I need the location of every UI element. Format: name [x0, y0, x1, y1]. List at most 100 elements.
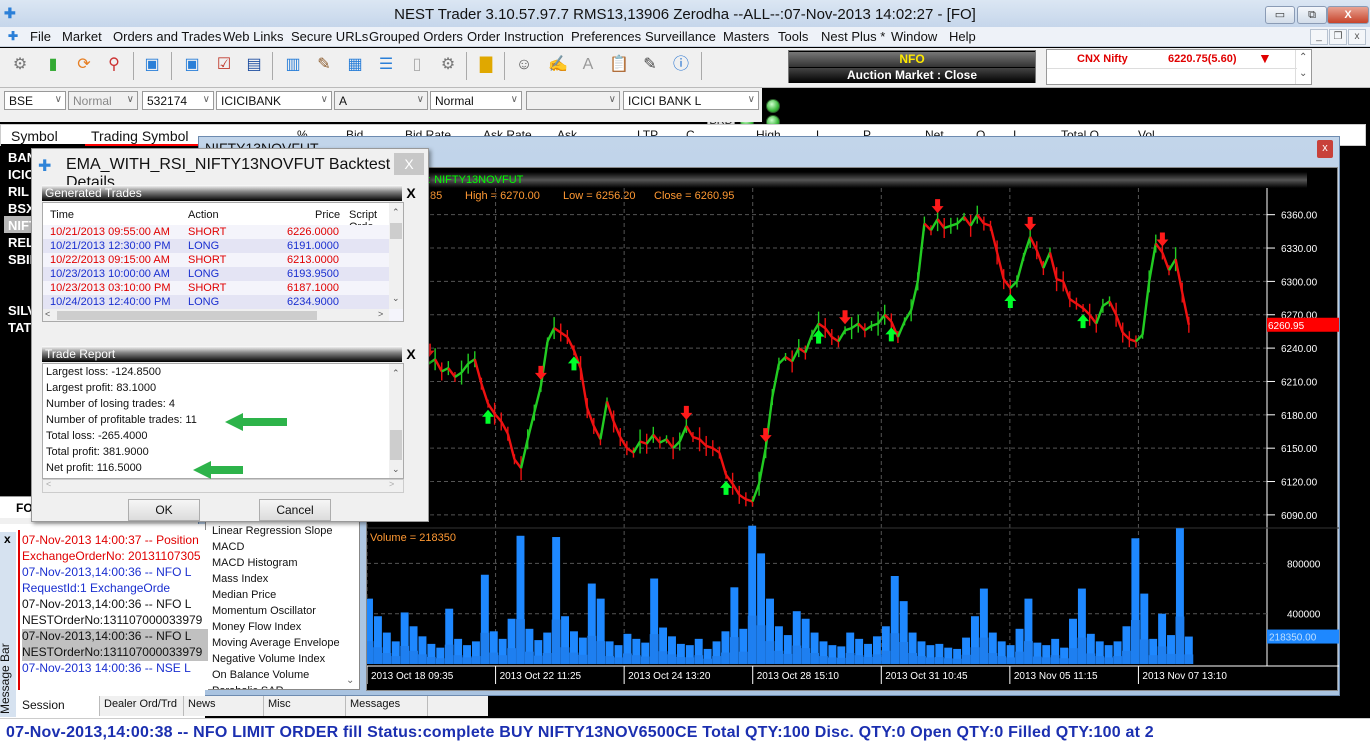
tab-dealer-ord-trd[interactable]: Dealer Ord/Trd: [100, 696, 184, 716]
report-vertical-scrollbar[interactable]: ⌃ ⌄: [389, 364, 403, 478]
menu-surveillance[interactable]: Surveillance: [645, 29, 716, 44]
list-icon[interactable]: ☰: [374, 53, 398, 77]
add-watch-icon[interactable]: ▣: [140, 53, 164, 77]
blank-select[interactable]: ∨: [526, 91, 620, 110]
market-watch-row[interactable]: TAT: [8, 320, 31, 335]
font-icon[interactable]: A: [576, 53, 600, 77]
indicator-item[interactable]: Moving Average Envelope: [212, 637, 340, 649]
menu-file[interactable]: File: [30, 29, 51, 44]
refresh-icon[interactable]: ⟳: [72, 53, 96, 77]
indicator-item[interactable]: Money Flow Index: [212, 621, 301, 633]
menu-secure-urls[interactable]: Secure URLs: [291, 29, 368, 44]
message-item[interactable]: 07-Nov-2013,14:00:36 -- NFO L: [22, 597, 208, 613]
indicator-item[interactable]: Median Price: [212, 589, 276, 601]
product-select[interactable]: Normal ∨: [430, 91, 522, 110]
menu-market[interactable]: Market: [62, 29, 102, 44]
menu-help[interactable]: Help: [949, 29, 976, 44]
column-action[interactable]: Action: [188, 209, 219, 221]
trade-row[interactable]: 10/21/2013 09:55:00 AM SHORT 6226.0000: [43, 225, 403, 239]
trade-row[interactable]: 10/22/2013 09:15:00 AM SHORT 6213.0000: [43, 253, 403, 267]
indicator-item[interactable]: Momentum Oscillator: [212, 605, 316, 617]
ok-button[interactable]: OK: [128, 499, 200, 521]
order-type-select[interactable]: Normal ∨: [68, 91, 138, 110]
blank-icon[interactable]: ▯: [405, 53, 429, 77]
close-button[interactable]: X: [1327, 6, 1369, 24]
market-watch-row[interactable]: RIL: [8, 184, 29, 199]
column-time[interactable]: Time: [50, 209, 74, 221]
message-item[interactable]: 07-Nov-2013,14:00:36 -- NFO L: [22, 565, 208, 581]
message-item[interactable]: NESTOrderNo:131107000033979: [22, 613, 208, 629]
order-book-icon[interactable]: ☑: [212, 53, 236, 77]
message-item-selected[interactable]: 07-Nov-2013,14:00:36 -- NFO L: [22, 629, 208, 645]
token-select[interactable]: 532174 ∨: [142, 91, 214, 110]
column-price[interactable]: Price: [315, 209, 340, 221]
menu-nest-plus[interactable]: Nest Plus *: [821, 29, 885, 44]
trade-row[interactable]: 10/23/2013 03:10:00 PM SHORT 6187.1000: [43, 281, 403, 295]
minimize-button[interactable]: ▭: [1265, 6, 1295, 24]
indicator-scroll-down[interactable]: ⌄: [346, 675, 354, 686]
menu-grouped-orders[interactable]: Grouped Orders: [369, 29, 463, 44]
mdi-restore-button[interactable]: ❐: [1329, 29, 1347, 45]
indicator-item[interactable]: MACD Histogram: [212, 557, 298, 569]
tab-news[interactable]: News: [184, 696, 264, 716]
company-select[interactable]: ICICI BANK L ∨: [623, 91, 759, 110]
indicator-item[interactable]: MACD: [212, 541, 244, 553]
indicator-item[interactable]: Linear Regression Slope: [212, 525, 332, 537]
report-horizontal-scrollbar[interactable]: < >: [42, 479, 404, 493]
indicator-item[interactable]: Parabolic SAR: [212, 685, 284, 689]
column-trading-symbol[interactable]: Trading Symbol: [91, 128, 189, 144]
message-item[interactable]: 07-Nov-2013 14:00:36 -- NSE L: [22, 661, 208, 677]
generated-trades-close[interactable]: X: [404, 186, 418, 200]
menu-web-links[interactable]: Web Links: [223, 29, 283, 44]
indicator-item[interactable]: Mass Index: [212, 573, 268, 585]
ticker-scroll-down[interactable]: ⌄: [1299, 68, 1307, 79]
column-symbol[interactable]: Symbol: [11, 128, 58, 144]
tab-misc[interactable]: Misc: [264, 696, 346, 716]
menu-masters[interactable]: Masters: [723, 29, 769, 44]
tab-session[interactable]: Session: [18, 696, 100, 716]
menu-order-instruction[interactable]: Order Instruction: [467, 29, 564, 44]
indicator-item[interactable]: On Balance Volume: [212, 669, 309, 681]
bar-stack-icon[interactable]: ▇: [474, 53, 498, 77]
remove-watch-icon[interactable]: ▣: [180, 53, 204, 77]
series-select[interactable]: A ∨: [334, 91, 428, 110]
message-item[interactable]: 07-Nov-2013 14:00:37 -- Position: [22, 533, 208, 549]
message-item[interactable]: ExchangeOrderNo: 20131107305: [22, 549, 208, 565]
menu-preferences[interactable]: Preferences: [571, 29, 641, 44]
tab-messages[interactable]: Messages: [346, 696, 428, 716]
market-watch-row[interactable]: SBII: [8, 252, 33, 267]
message-bar-close[interactable]: x: [4, 532, 11, 546]
message-item[interactable]: RequestId:1 ExchangeOrde: [22, 581, 208, 597]
trade-report-close[interactable]: X: [404, 347, 418, 361]
mdi-close-button[interactable]: x: [1348, 29, 1366, 45]
menu-orders-and-trades[interactable]: Orders and Trades: [113, 29, 221, 44]
filter-icon[interactable]: ⚲: [102, 53, 126, 77]
symbol-select[interactable]: ICICIBANK ∨: [216, 91, 332, 110]
backtest-close-button[interactable]: X: [394, 153, 424, 175]
user-icon[interactable]: ☺: [512, 53, 536, 77]
restore-button[interactable]: ⧉: [1297, 6, 1327, 24]
trade-row[interactable]: 10/23/2013 10:00:00 AM LONG 6193.9500: [43, 267, 403, 281]
cancel-button[interactable]: Cancel: [259, 499, 331, 521]
clipboard-icon[interactable]: 📋: [607, 53, 631, 77]
trades-horizontal-scrollbar[interactable]: < >: [43, 309, 389, 321]
menu-tools[interactable]: Tools: [778, 29, 808, 44]
report-icon[interactable]: ▦: [343, 53, 367, 77]
login-icon[interactable]: ⚙: [8, 53, 32, 77]
message-item-selected[interactable]: NESTOrderNo:131107000033979: [22, 645, 208, 661]
chart-icon[interactable]: ▥: [281, 53, 305, 77]
trade-row[interactable]: 10/24/2013 12:40:00 PM LONG 6234.9000: [43, 295, 403, 309]
settings-icon[interactable]: ⚙: [436, 53, 460, 77]
notebook-icon[interactable]: ✎: [312, 53, 336, 77]
edit-icon[interactable]: ✍: [546, 53, 570, 77]
mdi-minimize-button[interactable]: _: [1310, 29, 1328, 45]
trade-row[interactable]: 10/21/2013 12:30:00 PM LONG 6191.0000: [43, 239, 403, 253]
ticker-scroll-up[interactable]: ⌃: [1299, 52, 1307, 63]
chart-area[interactable]: t: NIFTY13NOVFUT .85 High = 6270.00 Low …: [366, 167, 1339, 691]
exit-icon[interactable]: ▮: [41, 53, 65, 77]
trade-book-icon[interactable]: ▤: [242, 53, 266, 77]
chart-close-button[interactable]: x: [1317, 140, 1333, 158]
info-icon[interactable]: ⓘ: [669, 53, 693, 77]
exchange-select[interactable]: BSE ∨: [4, 91, 66, 110]
menu-window[interactable]: Window: [891, 29, 937, 44]
